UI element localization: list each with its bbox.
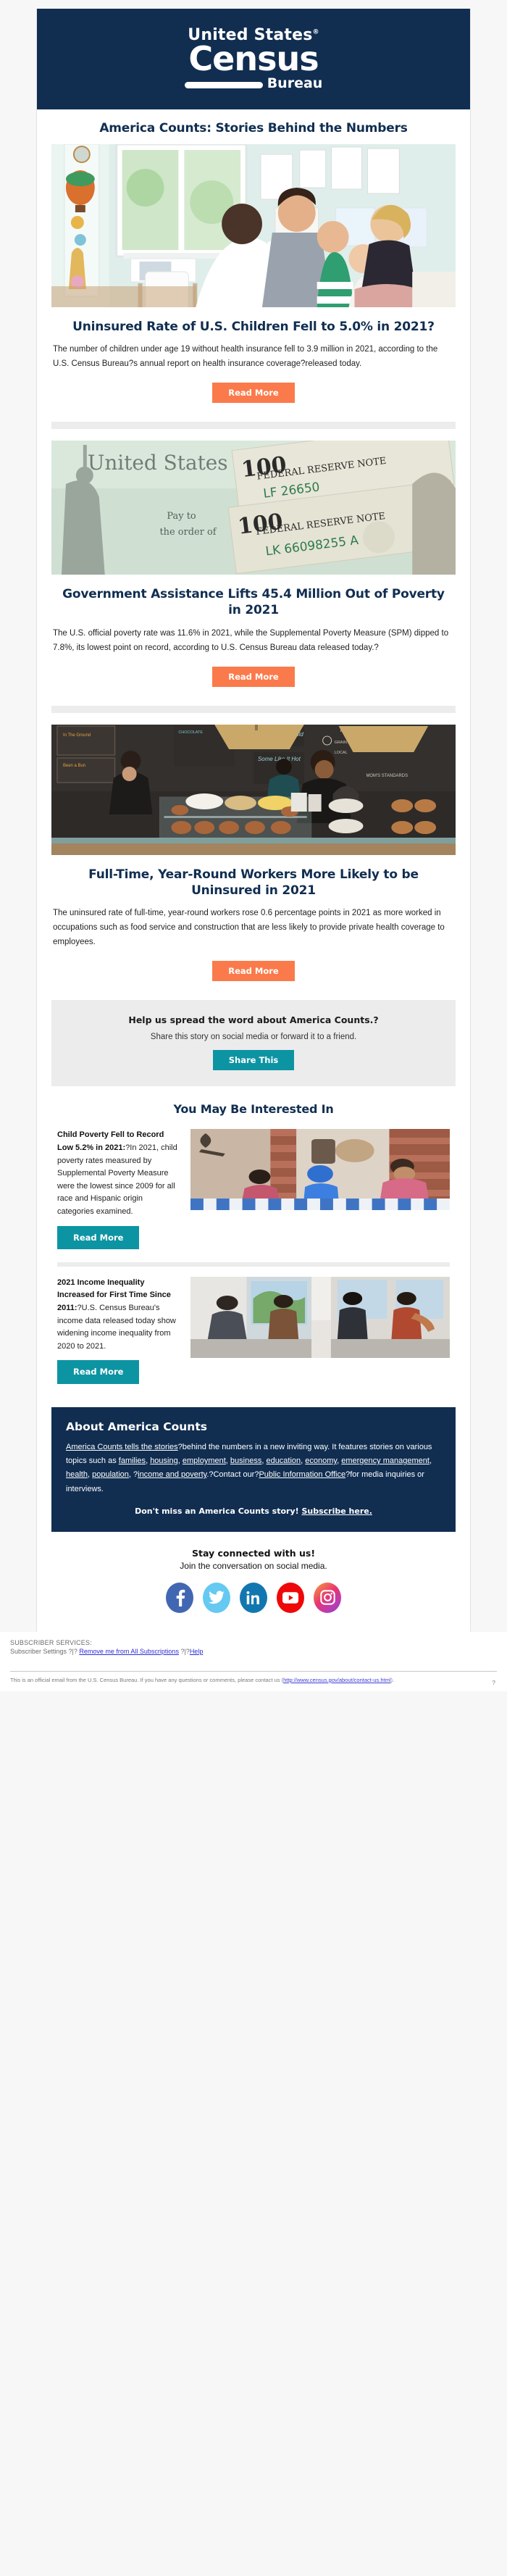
about-paragraph: America Counts tells the stories?behind … bbox=[66, 1442, 432, 1493]
social-section: Stay connected with us! Join the convers… bbox=[37, 1531, 470, 1632]
facebook-icon[interactable] bbox=[166, 1582, 193, 1613]
about-section: About America Counts America Counts tell… bbox=[51, 1406, 456, 1532]
page-title: America Counts: Stories Behind the Numbe… bbox=[99, 121, 408, 136]
subscribe-link[interactable]: Subscribe here. bbox=[301, 1506, 372, 1516]
email-page: United States® Census Bureau America Cou… bbox=[0, 0, 507, 1632]
treasury-check-and-hundred-dollar-bills-photo: United States Treasury 45-51 1631 Pay to… bbox=[51, 441, 456, 575]
read-more-button[interactable]: Read More bbox=[212, 666, 295, 687]
article-2: United States Treasury 45-51 1631 Pay to… bbox=[37, 441, 470, 705]
article-cta-row: Read More bbox=[51, 959, 456, 996]
svg-text:CHOCOLATE: CHOCOLATE bbox=[178, 730, 203, 735]
about-link-lead[interactable]: America Counts tells the stories bbox=[66, 1443, 178, 1451]
article-title: Government Assistance Lifts 45.4 Million… bbox=[62, 587, 445, 618]
family-at-kitchen-table-photo bbox=[190, 1129, 450, 1211]
topic-link-income-and-poverty[interactable]: income and poverty bbox=[138, 1470, 206, 1479]
svg-text:the order of: the order of bbox=[159, 527, 217, 538]
svg-text:Been a Bun: Been a Bun bbox=[63, 764, 85, 768]
article-3: In The Ground Been a Bun CHOCOLATE Some … bbox=[37, 724, 470, 1001]
help-link[interactable]: Help bbox=[190, 1648, 204, 1655]
topic-link-housing[interactable]: housing bbox=[150, 1456, 178, 1465]
read-more-button[interactable]: Read More bbox=[212, 961, 295, 982]
twitter-icon[interactable] bbox=[203, 1582, 230, 1613]
related-text: Child Poverty Fell to Record Low 5.2% in… bbox=[57, 1129, 180, 1249]
topic-link-business[interactable]: business bbox=[230, 1456, 261, 1465]
contact-us-link[interactable]: http://www.census.gov/about/contact-us.h… bbox=[283, 1677, 390, 1683]
interested-heading: You May Be Interested In bbox=[173, 1102, 334, 1117]
doctor-examining-child-photo bbox=[51, 144, 456, 307]
subscribe-line: Don't miss an America Counts story! Subs… bbox=[66, 1506, 441, 1516]
social-subtitle: Join the conversation on social media. bbox=[180, 1560, 327, 1571]
legal-tail: ). bbox=[390, 1676, 395, 1683]
article-body: The number of children under age 19 with… bbox=[53, 345, 438, 369]
read-more-button[interactable]: Read More bbox=[212, 383, 295, 404]
youtube-icon[interactable] bbox=[277, 1582, 304, 1613]
topic-link-families[interactable]: families bbox=[119, 1456, 146, 1465]
related-text: 2021 Income Inequality Increased for Fir… bbox=[57, 1277, 180, 1384]
topic-link-employment[interactable]: employment bbox=[183, 1456, 226, 1465]
subscriber-settings-text: Subscriber Settings ?|? bbox=[10, 1647, 80, 1655]
legal-right-mark: ? bbox=[492, 1679, 495, 1686]
social-icon-row bbox=[51, 1582, 456, 1613]
interested-section: You May Be Interested In Child Poverty F… bbox=[37, 1086, 470, 1396]
logo-census: Census bbox=[188, 39, 319, 78]
section-divider bbox=[51, 422, 456, 430]
article-cta-row: Read More bbox=[51, 665, 456, 701]
subscribe-text: Don't miss an America Counts story! bbox=[135, 1506, 302, 1516]
list-divider bbox=[57, 1262, 450, 1267]
cafe-bakery-workers-photo: In The Ground Been a Bun CHOCOLATE Some … bbox=[51, 724, 456, 855]
article-cta-row: Read More bbox=[51, 381, 456, 417]
read-more-button[interactable]: Read More bbox=[57, 1360, 140, 1384]
article-title: Full-Time, Year-Round Workers More Likel… bbox=[88, 867, 419, 898]
topic-link-population[interactable]: population bbox=[92, 1470, 129, 1479]
topic-link-health[interactable]: health bbox=[66, 1470, 88, 1479]
subscriber-footer: SUBSCRIBER SERVICES: Subscriber Settings… bbox=[0, 1631, 507, 1692]
subscriber-settings-tail: ?|? bbox=[178, 1647, 190, 1655]
article-body: The U.S. official poverty rate was 11.6%… bbox=[53, 628, 449, 652]
census-bureau-logo[interactable]: United States® Census Bureau bbox=[184, 28, 323, 91]
people-on-city-street-photo bbox=[190, 1276, 450, 1358]
article-1: Uninsured Rate of U.S. Children Fell to … bbox=[37, 144, 470, 422]
svg-text:MOM'S STANDARDS: MOM'S STANDARDS bbox=[366, 774, 408, 778]
section-divider bbox=[51, 705, 456, 713]
svg-text:LOCAL: LOCAL bbox=[335, 751, 348, 755]
about-heading: About America Counts bbox=[66, 1420, 207, 1433]
logo-bureau: Bureau bbox=[267, 75, 323, 91]
share-subtitle: Share this story on social media or forw… bbox=[150, 1033, 357, 1042]
subscriber-links-line: Subscriber Settings ?|? Remove me from A… bbox=[10, 1648, 497, 1655]
email-container: United States® Census Bureau America Cou… bbox=[36, 9, 471, 1632]
social-title: Stay connected with us! bbox=[191, 1547, 316, 1559]
logo-bar-icon bbox=[184, 82, 263, 88]
related-body: ?In 2021, child poverty rates measured b… bbox=[57, 1143, 177, 1216]
subscriber-services-label: SUBSCRIBER SERVICES: bbox=[10, 1638, 92, 1646]
share-this-button[interactable]: Share This bbox=[212, 1050, 295, 1071]
public-information-office-link[interactable]: Public Information Office bbox=[259, 1470, 345, 1479]
topic-link-economy[interactable]: economy bbox=[305, 1456, 337, 1465]
svg-text:In The Ground: In The Ground bbox=[63, 733, 91, 738]
related-cta-row: Read More bbox=[57, 1219, 180, 1249]
share-section: Help us spread the word about America Co… bbox=[51, 1000, 456, 1087]
legal-lead: This is an official email from the U.S. … bbox=[10, 1676, 284, 1683]
article-title: Uninsured Rate of U.S. Children Fell to … bbox=[72, 320, 435, 334]
topic-link-education[interactable]: education bbox=[266, 1456, 301, 1465]
read-more-button[interactable]: Read More bbox=[57, 1225, 140, 1249]
related-cta-row: Read More bbox=[57, 1353, 180, 1384]
article-body: The uninsured rate of full-time, year-ro… bbox=[53, 908, 445, 947]
masthead: United States® Census Bureau bbox=[37, 9, 470, 109]
topic-link-emergency-management[interactable]: emergency management bbox=[341, 1456, 430, 1465]
linkedin-icon[interactable] bbox=[240, 1582, 267, 1613]
list-item: 2021 Income Inequality Increased for Fir… bbox=[51, 1275, 456, 1388]
footer-divider bbox=[10, 1670, 497, 1672]
unsubscribe-link[interactable]: Remove me from All Subscriptions bbox=[79, 1648, 179, 1655]
svg-text:Pay to: Pay to bbox=[167, 511, 196, 522]
legal-text: This is an official email from the U.S. … bbox=[10, 1676, 497, 1688]
list-item: Child Poverty Fell to Record Low 5.2% in… bbox=[51, 1127, 456, 1254]
about-text-2: .?Contact our? bbox=[206, 1470, 259, 1480]
instagram-icon[interactable] bbox=[314, 1582, 341, 1613]
share-title: Help us spread the word about America Co… bbox=[128, 1014, 379, 1026]
